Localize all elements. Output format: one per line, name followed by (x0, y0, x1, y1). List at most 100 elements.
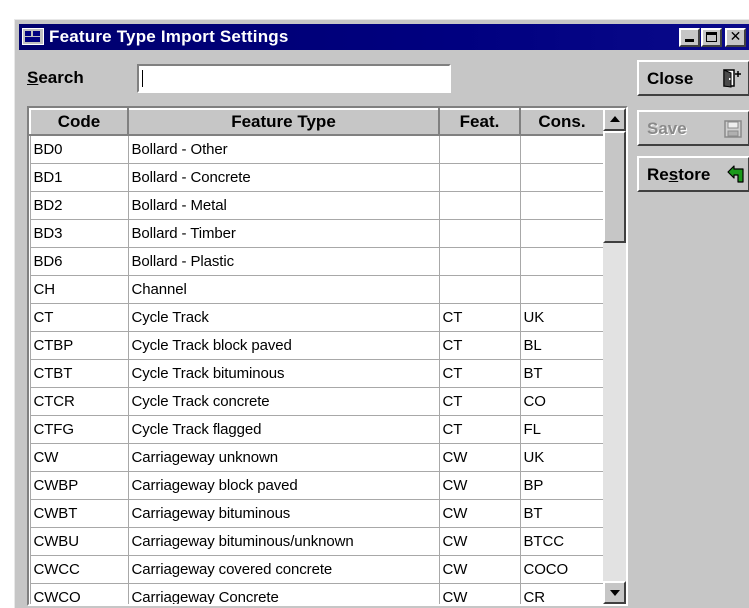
cell-cons[interactable]: UK (519, 303, 605, 332)
cell-cons[interactable]: CO (519, 387, 605, 416)
cell-feat[interactable]: CT (438, 331, 521, 360)
column-header-feature-type[interactable]: Feature Type (127, 108, 440, 136)
cell-code[interactable]: BD1 (29, 163, 129, 192)
table-row[interactable]: CWBT Carriageway bituminous CW BT (29, 499, 605, 528)
cell-feat[interactable]: CW (438, 471, 521, 500)
cell-code[interactable]: CTFG (29, 415, 129, 444)
cell-feat[interactable]: CT (438, 303, 521, 332)
cell-code[interactable]: BD3 (29, 219, 129, 248)
search-input[interactable] (137, 64, 451, 93)
cell-feat[interactable]: CW (438, 443, 521, 472)
table-row[interactable]: CH Channel (29, 275, 605, 304)
cell-feat[interactable]: CT (438, 415, 521, 444)
table-row[interactable]: BD3 Bollard - Timber (29, 219, 605, 248)
scroll-down-button[interactable] (603, 581, 626, 604)
cell-feat[interactable] (438, 191, 521, 220)
minimize-button[interactable] (679, 28, 700, 47)
cell-cons[interactable]: BL (519, 331, 605, 360)
cell-code[interactable]: CWCO (29, 583, 129, 604)
cell-code[interactable]: CW (29, 443, 129, 472)
save-button[interactable]: Save (637, 110, 749, 146)
cell-cons[interactable]: BTCC (519, 527, 605, 556)
feature-type-grid[interactable]: Code Feature Type Feat. Cons. BD0 Bollard… (27, 106, 628, 606)
cell-feature-type[interactable]: Carriageway bituminous/unknown (127, 527, 440, 556)
cell-feature-type[interactable]: Cycle Track bituminous (127, 359, 440, 388)
cell-feature-type[interactable]: Cycle Track (127, 303, 440, 332)
cell-code[interactable]: CWCC (29, 555, 129, 584)
table-row[interactable]: CTBT Cycle Track bituminous CT BT (29, 359, 605, 388)
cell-feat[interactable] (438, 275, 521, 304)
cell-feat[interactable]: CW (438, 555, 521, 584)
table-row[interactable]: CWBP Carriageway block paved CW BP (29, 471, 605, 500)
cell-cons[interactable]: FL (519, 415, 605, 444)
table-row[interactable]: CTFG Cycle Track flagged CT FL (29, 415, 605, 444)
cell-cons[interactable]: BT (519, 499, 605, 528)
table-row[interactable]: BD0 Bollard - Other (29, 134, 605, 164)
column-header-feat[interactable]: Feat. (438, 108, 521, 136)
table-row[interactable]: CT Cycle Track CT UK (29, 303, 605, 332)
cell-feature-type[interactable]: Cycle Track block paved (127, 331, 440, 360)
cell-code[interactable]: CT (29, 303, 129, 332)
restore-button[interactable]: Restore (637, 156, 749, 192)
cell-feature-type[interactable]: Carriageway bituminous (127, 499, 440, 528)
cell-code[interactable]: CWBP (29, 471, 129, 500)
cell-cons[interactable] (519, 191, 605, 220)
table-row[interactable]: CWBU Carriageway bituminous/unknown CW BTCC (29, 527, 605, 556)
table-row[interactable]: CWCC Carriageway covered concrete CW COCO (29, 555, 605, 584)
cell-code[interactable]: BD6 (29, 247, 129, 276)
table-row[interactable]: BD1 Bollard - Concrete (29, 163, 605, 192)
cell-feature-type[interactable]: Carriageway unknown (127, 443, 440, 472)
cell-code[interactable]: CH (29, 275, 129, 304)
cell-code[interactable]: CTCR (29, 387, 129, 416)
title-bar[interactable]: Feature Type Import Settings ✕ (19, 24, 749, 50)
cell-code[interactable]: CWBU (29, 527, 129, 556)
cell-feature-type[interactable]: Bollard - Timber (127, 219, 440, 248)
cell-feature-type[interactable]: Channel (127, 275, 440, 304)
table-row[interactable]: CW Carriageway unknown CW UK (29, 443, 605, 472)
cell-feature-type[interactable]: Cycle Track flagged (127, 415, 440, 444)
cell-cons[interactable] (519, 219, 605, 248)
maximize-button[interactable] (701, 28, 722, 47)
vertical-scrollbar[interactable] (603, 108, 626, 604)
cell-code[interactable]: BD2 (29, 191, 129, 220)
cell-feat[interactable]: CT (438, 387, 521, 416)
cell-feature-type[interactable]: Bollard - Concrete (127, 163, 440, 192)
cell-feature-type[interactable]: Carriageway covered concrete (127, 555, 440, 584)
cell-cons[interactable]: COCO (519, 555, 605, 584)
cell-feat[interactable] (438, 134, 521, 164)
cell-feat[interactable] (438, 219, 521, 248)
column-header-cons[interactable]: Cons. (519, 108, 605, 136)
cell-feature-type[interactable]: Bollard - Other (127, 134, 440, 164)
cell-feature-type[interactable]: Bollard - Plastic (127, 247, 440, 276)
cell-cons[interactable] (519, 134, 605, 164)
cell-feat[interactable]: CW (438, 583, 521, 604)
cell-cons[interactable]: BP (519, 471, 605, 500)
cell-feature-type[interactable]: Cycle Track concrete (127, 387, 440, 416)
cell-feat[interactable]: CT (438, 359, 521, 388)
cell-code[interactable]: BD0 (29, 134, 129, 164)
cell-feature-type[interactable]: Carriageway block paved (127, 471, 440, 500)
column-header-code[interactable]: Code (29, 108, 129, 136)
table-row[interactable]: BD2 Bollard - Metal (29, 191, 605, 220)
cell-feature-type[interactable]: Carriageway Concrete (127, 583, 440, 604)
cell-code[interactable]: CTBT (29, 359, 129, 388)
table-row[interactable]: CTBP Cycle Track block paved CT BL (29, 331, 605, 360)
cell-cons[interactable] (519, 163, 605, 192)
cell-cons[interactable]: BT (519, 359, 605, 388)
close-window-button[interactable]: ✕ (725, 28, 746, 47)
cell-feat[interactable] (438, 163, 521, 192)
table-row[interactable]: CWCO Carriageway Concrete CW CR (29, 583, 605, 604)
table-row[interactable]: CTCR Cycle Track concrete CT CO (29, 387, 605, 416)
cell-feat[interactable]: CW (438, 527, 521, 556)
cell-code[interactable]: CWBT (29, 499, 129, 528)
scroll-up-button[interactable] (603, 108, 626, 131)
close-button[interactable]: Close (637, 60, 749, 96)
cell-cons[interactable] (519, 275, 605, 304)
cell-cons[interactable]: UK (519, 443, 605, 472)
cell-feature-type[interactable]: Bollard - Metal (127, 191, 440, 220)
cell-code[interactable]: CTBP (29, 331, 129, 360)
cell-feat[interactable] (438, 247, 521, 276)
cell-cons[interactable]: CR (519, 583, 605, 604)
table-row[interactable]: BD6 Bollard - Plastic (29, 247, 605, 276)
cell-cons[interactable] (519, 247, 605, 276)
